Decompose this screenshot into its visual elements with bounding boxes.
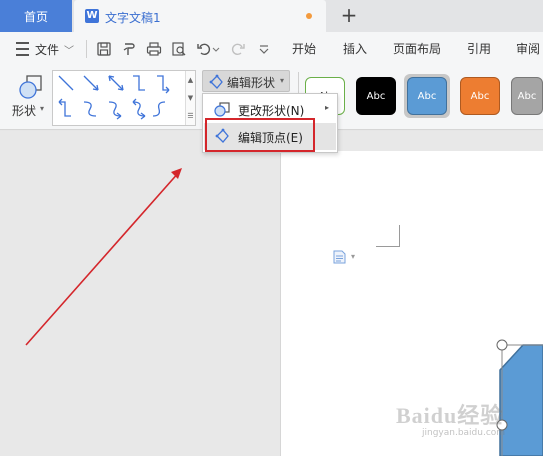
tab-home-ribbon[interactable]: 开始	[292, 32, 316, 66]
file-menu-button[interactable]: 文件	[35, 32, 59, 66]
shape-style-4-label: Abc	[460, 77, 500, 115]
tab-home-label: 首页	[23, 9, 48, 24]
shapes-icon[interactable]	[18, 74, 44, 100]
connector-lines-icon[interactable]	[53, 71, 187, 125]
shape-style-3-label: Abc	[407, 77, 447, 115]
shape-style-4[interactable]: Abc	[457, 74, 503, 118]
print-preview-icon[interactable]	[171, 41, 187, 57]
paragraph-layout-icon[interactable]	[333, 250, 346, 264]
gallery-expand-icon[interactable]: ☰	[186, 107, 195, 125]
menu-bar: 文件 ﹀ 开始 插入 页面布局 引用 审阅	[0, 32, 543, 66]
gallery-scroll-up-icon[interactable]: ▲	[186, 71, 195, 89]
print-icon[interactable]	[146, 41, 162, 57]
shape-style-2-label: Abc	[356, 77, 396, 115]
connector-gallery[interactable]: ▲ ▼ ☰	[52, 70, 196, 126]
annotation-highlight-box	[205, 118, 315, 152]
tab-home[interactable]: 首页	[0, 0, 72, 32]
shape-style-3[interactable]: Abc	[404, 74, 450, 118]
redo-icon[interactable]	[230, 41, 246, 57]
tab-page-layout[interactable]: 页面布局	[393, 32, 441, 66]
shape-style-5[interactable]: Abc	[508, 74, 543, 118]
edit-shape-label: 编辑形状	[227, 76, 276, 90]
save-icon[interactable]	[96, 41, 112, 57]
gallery-scrollbar[interactable]: ▲ ▼ ☰	[185, 71, 195, 125]
watermark-main: Baidu经验	[396, 403, 504, 428]
new-tab-button[interactable]: +	[338, 5, 360, 27]
undo-icon[interactable]	[196, 41, 212, 57]
margin-mark	[376, 246, 400, 247]
tab-review[interactable]: 审阅	[516, 32, 540, 66]
edit-shape-caret-icon: ▾	[280, 76, 285, 85]
watermark-url: jingyan.baidu.com	[422, 428, 506, 438]
submenu-arrow-icon: ▸	[325, 103, 330, 112]
shape-style-5-label: Abc	[511, 77, 543, 115]
chevron-down-icon[interactable]: ﹀	[64, 32, 74, 66]
margin-mark	[399, 225, 400, 247]
shape-style-2[interactable]: Abc	[353, 74, 399, 118]
paragraph-layout-caret-icon[interactable]: ▾	[351, 252, 355, 261]
resize-handle-icon	[496, 339, 508, 351]
tab-document[interactable]: W 文字文稿1	[74, 0, 326, 32]
tab-document-title: 文字文稿1	[105, 11, 161, 25]
format-painter-icon[interactable]	[121, 41, 137, 57]
watermark: Baidu经验 jingyan.baidu.com	[396, 398, 543, 456]
unsaved-dot-icon	[306, 13, 312, 19]
edit-shape-icon	[209, 74, 223, 89]
undo-dropdown-icon[interactable]	[212, 41, 220, 57]
shapes-caret-icon[interactable]: ▾	[40, 104, 44, 113]
shapes-button-label[interactable]: 形状	[12, 102, 36, 119]
hamburger-icon[interactable]	[16, 32, 29, 66]
edit-shape-button[interactable]: 编辑形状 ▾	[202, 70, 290, 92]
tab-insert[interactable]: 插入	[343, 32, 367, 66]
gallery-scroll-down-icon[interactable]: ▼	[186, 89, 195, 107]
tab-references[interactable]: 引用	[467, 32, 491, 66]
writer-doc-icon: W	[85, 9, 99, 23]
change-shape-icon	[214, 102, 230, 117]
menu-item-change-shape-label: 更改形状(N)	[238, 104, 305, 118]
tab-bar: 首页 W 文字文稿1 +	[0, 0, 543, 32]
customize-toolbar-icon[interactable]	[256, 41, 272, 57]
divider	[86, 40, 87, 58]
